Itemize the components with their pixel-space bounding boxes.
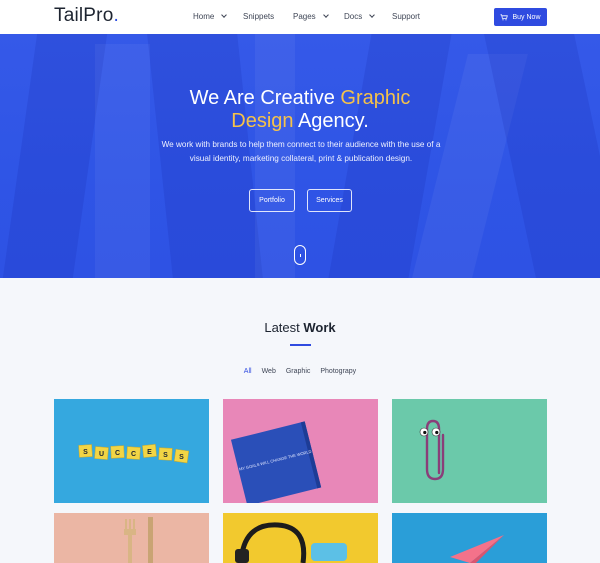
cutlery-image	[124, 517, 153, 563]
cart-icon	[500, 13, 509, 20]
portfolio-filters: All Web Graphic Photograpy	[0, 368, 600, 375]
buy-now-label: Buy Now	[512, 13, 541, 21]
scroll-wheel	[300, 254, 301, 257]
chevron-down-icon	[369, 12, 376, 18]
tile-letter: U	[99, 451, 104, 458]
tile-letter: C	[115, 450, 120, 457]
portfolio-item-success[interactable]: S U C C E S S	[54, 399, 209, 503]
nav-snippets[interactable]: Snippets	[243, 12, 293, 21]
latest-work-title: Latest Work	[0, 320, 600, 335]
portfolio-item-paper-plane[interactable]	[392, 513, 547, 563]
hero-title-part1: We Are Creative	[189, 87, 341, 109]
tile-letter: S	[179, 454, 184, 461]
paperclip-image	[419, 419, 445, 481]
paper-plane-image	[450, 535, 504, 563]
tile-letter: S	[163, 452, 168, 459]
notebook-image: MY GOALS WILL CHANGE THE WORLD	[230, 421, 322, 503]
nav-home[interactable]: Home	[193, 12, 243, 21]
nav-home-label: Home	[193, 12, 215, 21]
nav-snippets-label: Snippets	[243, 12, 275, 21]
hero-section: We Are Creative Graphic Design Agency. W…	[0, 34, 600, 278]
hero-title-part2: Agency.	[293, 110, 369, 132]
hero-subtitle: We work with brands to help them connect…	[161, 140, 441, 163]
nav-docs[interactable]: Docs	[344, 12, 392, 21]
portfolio-item-headphones[interactable]	[223, 513, 378, 563]
services-button[interactable]: Services	[307, 189, 352, 212]
hero-title-highlight-1: Graphic	[340, 87, 411, 109]
portfolio-item-notebook[interactable]: MY GOALS WILL CHANGE THE WORLD	[223, 399, 378, 503]
success-tiles-image: S U C C E S S	[78, 444, 190, 464]
buy-now-button[interactable]: Buy Now	[494, 8, 547, 26]
nav-pages[interactable]: Pages	[293, 12, 344, 21]
latest-work-title-light: Latest	[264, 320, 304, 335]
hero-title: We Are Creative Graphic Design Agency.	[0, 87, 600, 133]
scroll-down-icon[interactable]	[294, 245, 306, 265]
logo-text: TailPro	[54, 5, 114, 26]
logo[interactable]: TailPro.	[54, 5, 119, 27]
nav-pages-label: Pages	[293, 12, 316, 21]
filter-photography[interactable]: Photograpy	[320, 368, 356, 375]
hero-building-bg	[2, 34, 108, 278]
navbar: TailPro. Home Snippets Pages Docs Suppor…	[0, 0, 600, 34]
hero-building-bg	[95, 44, 150, 278]
portfolio-button[interactable]: Portfolio	[249, 189, 295, 212]
chevron-down-icon	[221, 12, 228, 18]
headphones-image	[235, 522, 347, 563]
tile-letter: C	[131, 451, 136, 458]
nav-docs-label: Docs	[344, 12, 363, 21]
filter-all[interactable]: All	[244, 368, 252, 375]
logo-dot: .	[113, 5, 119, 26]
portfolio-button-label: Portfolio	[259, 197, 285, 204]
main-nav: Home Snippets Pages Docs Support	[193, 12, 432, 21]
tile-letter: E	[147, 449, 152, 456]
portfolio-item-cutlery[interactable]	[54, 513, 209, 563]
tile-letter: S	[83, 449, 88, 456]
nav-support-label: Support	[392, 12, 421, 21]
chevron-down-icon	[322, 12, 329, 18]
filter-graphic[interactable]: Graphic	[286, 368, 311, 375]
filter-web[interactable]: Web	[262, 368, 276, 375]
title-underline	[290, 344, 311, 346]
hero-title-highlight-2: Design	[231, 110, 294, 132]
latest-work-title-bold: Work	[303, 320, 336, 335]
portfolio-item-paperclip[interactable]	[392, 399, 547, 503]
nav-support[interactable]: Support	[392, 12, 432, 21]
services-button-label: Services	[316, 197, 343, 204]
